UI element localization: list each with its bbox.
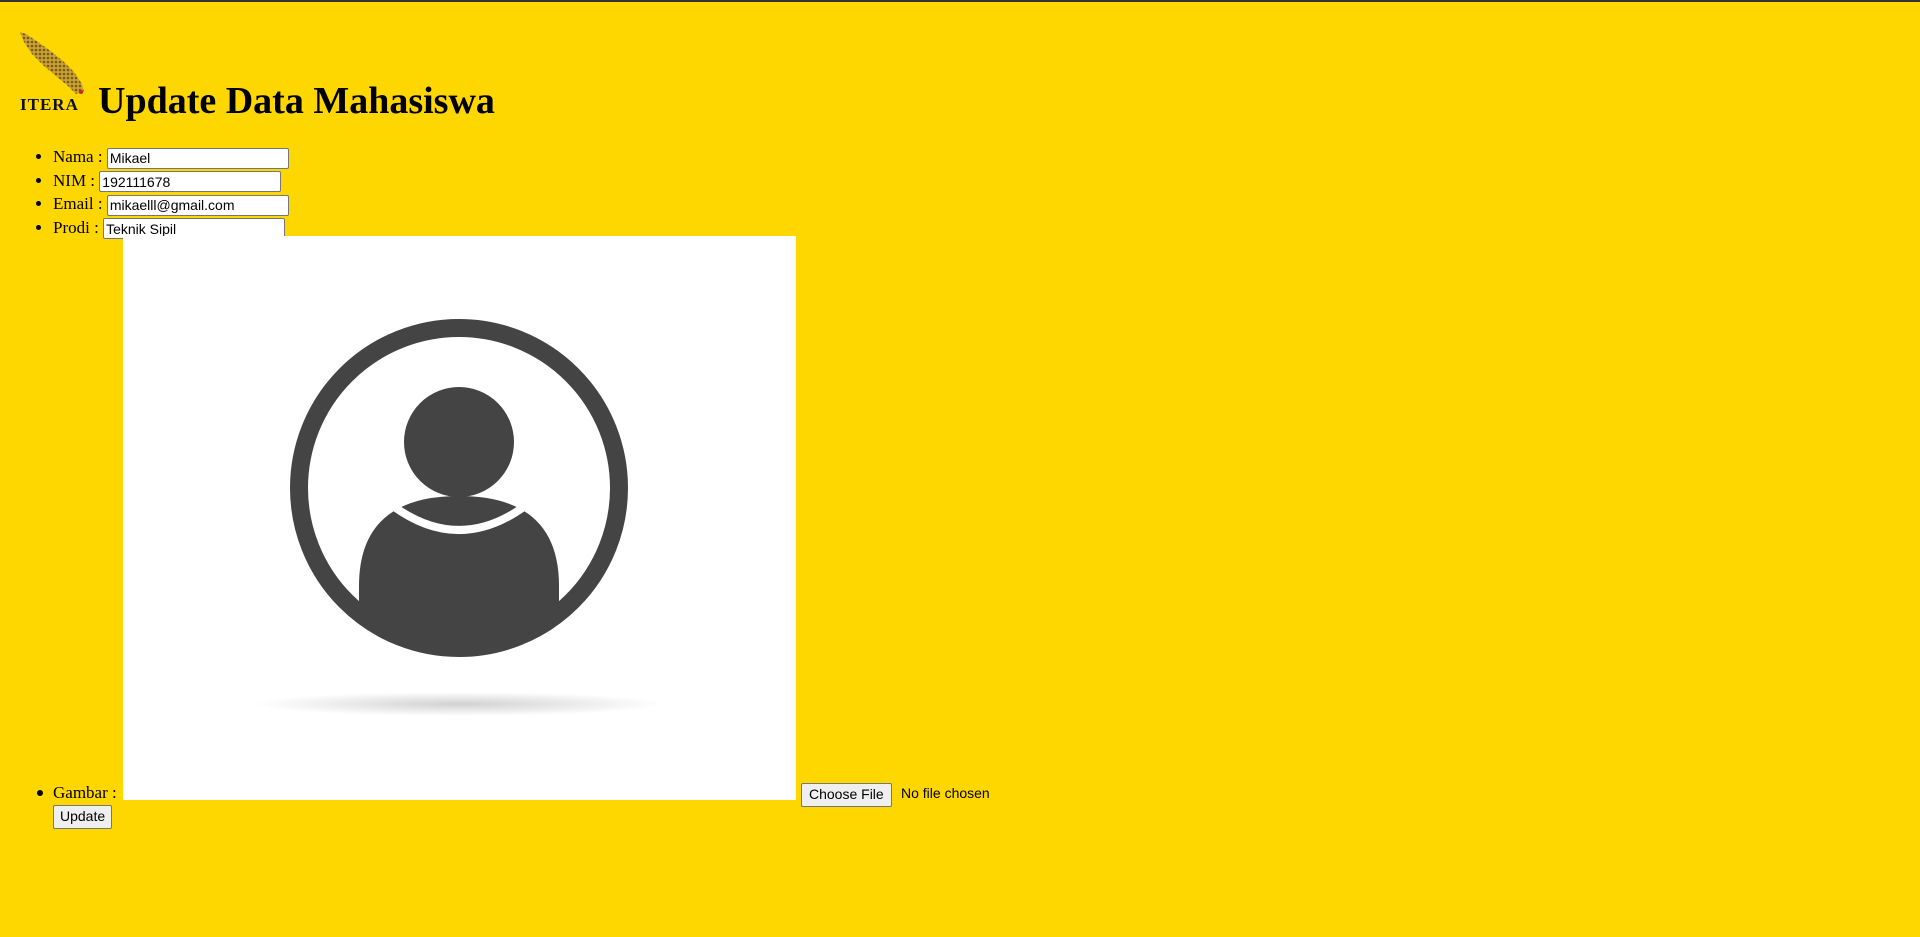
user-avatar-icon — [254, 319, 664, 716]
field-email: Email : — [53, 192, 289, 216]
update-button[interactable]: Update — [53, 805, 113, 829]
prodi-label: Prodi : — [53, 217, 99, 237]
nama-label: Nama : — [53, 147, 103, 166]
choose-file-button[interactable]: Choose File — [801, 783, 892, 807]
logo-text: ITERA — [20, 95, 79, 114]
gambar-bullet — [37, 790, 43, 796]
nim-input[interactable] — [99, 171, 282, 193]
email-input[interactable] — [106, 194, 289, 216]
field-nim: NIM : — [53, 169, 289, 193]
nim-label: NIM : — [53, 170, 96, 190]
itera-logo: ITERA — [18, 28, 88, 114]
email-label: Email : — [53, 194, 103, 214]
field-nama: Nama : — [53, 145, 289, 169]
itera-logo-mark — [20, 32, 84, 94]
gambar-label: Gambar : — [53, 783, 117, 802]
page-title: Update Data Mahasiswa — [98, 80, 495, 122]
page-header: ITERA Update Data Mahasiswa — [18, 28, 495, 120]
student-form: Nama : NIM : Email : Prodi : — [34, 145, 289, 240]
top-border — [0, 0, 1920, 2]
file-status: No file chosen — [901, 785, 990, 801]
profile-photo — [123, 236, 796, 800]
nama-input[interactable] — [106, 147, 289, 169]
